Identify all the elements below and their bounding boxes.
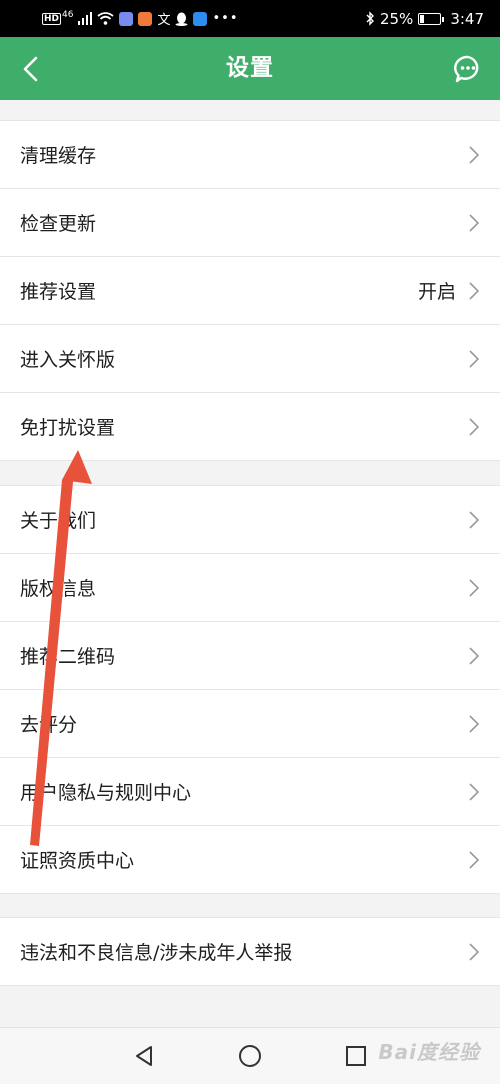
settings-row-clear-cache[interactable]: 清理缓存 xyxy=(0,121,500,189)
chevron-right-icon xyxy=(469,146,480,164)
recommend-status-value: 开启 xyxy=(417,281,456,303)
settings-row-do-not-disturb[interactable]: 免打扰设置 xyxy=(0,393,500,461)
qq-icon xyxy=(175,12,188,26)
settings-row-qr-code[interactable]: 推荐二维码 xyxy=(0,622,500,690)
row-label: 推荐二维码 xyxy=(20,646,116,668)
signal-icon xyxy=(78,12,93,25)
baidu-watermark: Bai度经验 xyxy=(378,1040,480,1064)
settings-row-check-update[interactable]: 检查更新 xyxy=(0,189,500,257)
status-bar-right: 25% 3:47 xyxy=(366,10,484,28)
fox-app-icon xyxy=(138,11,153,26)
settings-row-rate[interactable]: 去评分 xyxy=(0,690,500,758)
translate-icon: 文 xyxy=(157,13,171,28)
chevron-right-icon xyxy=(469,647,480,665)
chevron-right-icon xyxy=(469,851,480,869)
chevron-right-icon xyxy=(469,943,480,961)
recents-square-icon[interactable] xyxy=(343,1043,369,1069)
settings-row-copyright[interactable]: 版权信息 xyxy=(0,554,500,622)
battery-icon xyxy=(418,12,445,25)
chevron-right-icon xyxy=(469,511,480,529)
settings-row-recommend[interactable]: 推荐设置 开启 xyxy=(0,257,500,325)
settings-group-about: 关于我们 版权信息 推荐二维码 去评分 用户隐私与规则中心 证照资质中心 xyxy=(0,485,500,894)
battery-fill xyxy=(420,14,425,23)
row-label: 免打扰设置 xyxy=(20,417,116,439)
chevron-right-icon xyxy=(469,579,480,597)
row-label: 去评分 xyxy=(20,714,78,736)
row-label: 违法和不良信息/涉未成年人举报 xyxy=(20,942,293,964)
home-circle-icon[interactable] xyxy=(237,1043,263,1069)
chevron-right-icon xyxy=(469,214,480,232)
chevron-right-icon xyxy=(469,282,480,300)
row-label: 清理缓存 xyxy=(20,145,97,167)
settings-row-care-mode[interactable]: 进入关怀版 xyxy=(0,325,500,393)
settings-row-about-us[interactable]: 关于我们 xyxy=(0,486,500,554)
row-label: 版权信息 xyxy=(20,578,97,600)
row-label: 用户隐私与规则中心 xyxy=(20,782,192,804)
settings-group-general: 清理缓存 检查更新 推荐设置 开启 进入关怀版 免打扰设置 xyxy=(0,120,500,461)
battery-percent: 25% xyxy=(379,9,414,28)
bluetooth-icon xyxy=(366,11,374,26)
chevron-right-icon xyxy=(469,350,480,368)
clock: 3:47 xyxy=(450,9,484,28)
settings-row-license-center[interactable]: 证照资质中心 xyxy=(0,826,500,894)
page-title: 设置 xyxy=(226,55,274,81)
settings-row-privacy-center[interactable]: 用户隐私与规则中心 xyxy=(0,758,500,826)
more-dots-icon: ••• xyxy=(212,11,239,26)
row-label: 检查更新 xyxy=(20,213,97,235)
settings-group-report: 违法和不良信息/涉未成年人举报 xyxy=(0,917,500,986)
chevron-right-icon xyxy=(469,715,480,733)
wifi-icon xyxy=(97,12,115,25)
header-bar: 设置 xyxy=(0,37,500,100)
signal-label: 46 xyxy=(62,9,74,20)
chevron-right-icon xyxy=(469,418,480,436)
search-app-icon xyxy=(193,11,208,26)
status-bar-left: HD 46 文 ••• xyxy=(42,9,239,28)
row-label: 进入关怀版 xyxy=(20,349,116,371)
row-label: 证照资质中心 xyxy=(20,850,135,872)
music-app-icon xyxy=(119,11,134,26)
chevron-right-icon xyxy=(469,783,480,801)
hd-network-badge: HD xyxy=(42,12,62,25)
status-bar: HD 46 文 ••• 25% 3:47 xyxy=(0,0,500,37)
row-label: 推荐设置 xyxy=(20,281,97,303)
row-label: 关于我们 xyxy=(20,510,97,532)
settings-row-report[interactable]: 违法和不良信息/涉未成年人举报 xyxy=(0,918,500,986)
chat-bubble-icon[interactable] xyxy=(453,54,483,84)
back-triangle-icon[interactable] xyxy=(131,1043,157,1069)
